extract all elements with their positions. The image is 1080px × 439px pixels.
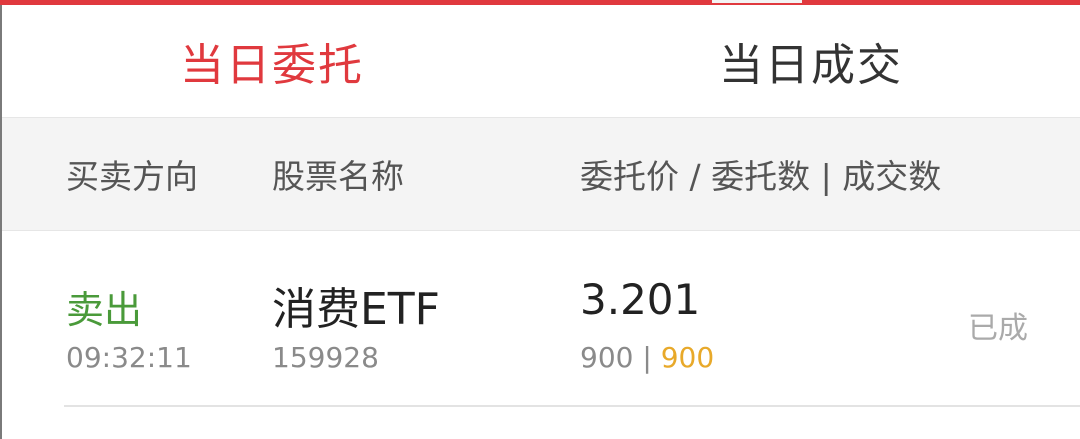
top-bar-indicator xyxy=(712,0,802,3)
order-quantities: 900 | 900 xyxy=(580,341,714,374)
header-price-qty: 委托价 / 委托数 | 成交数 xyxy=(580,157,942,196)
order-time: 09:32:11 xyxy=(66,341,192,374)
table-header: 买卖方向 股票名称 委托价 / 委托数 | 成交数 xyxy=(2,117,1080,231)
header-stock-name: 股票名称 xyxy=(272,157,404,196)
order-stock-name: 消费ETF xyxy=(272,284,440,335)
row-divider xyxy=(64,405,1080,407)
tab-today-orders[interactable]: 当日委托 xyxy=(2,5,542,117)
tab-today-trades[interactable]: 当日成交 xyxy=(542,5,1080,117)
tab-bar: 当日委托 当日成交 xyxy=(2,5,1080,117)
table-row[interactable]: 卖出 09:32:11 消费ETF 159928 3.201 900 | 900… xyxy=(2,231,1080,407)
order-stock-code: 159928 xyxy=(272,341,379,374)
order-direction: 卖出 xyxy=(66,288,143,332)
order-qty: 900 xyxy=(580,341,634,374)
order-status: 已成 xyxy=(968,311,1028,346)
header-direction: 买卖方向 xyxy=(66,157,198,196)
qty-separator: | xyxy=(642,341,652,374)
filled-qty: 900 xyxy=(660,341,715,374)
order-price: 3.201 xyxy=(580,275,701,324)
